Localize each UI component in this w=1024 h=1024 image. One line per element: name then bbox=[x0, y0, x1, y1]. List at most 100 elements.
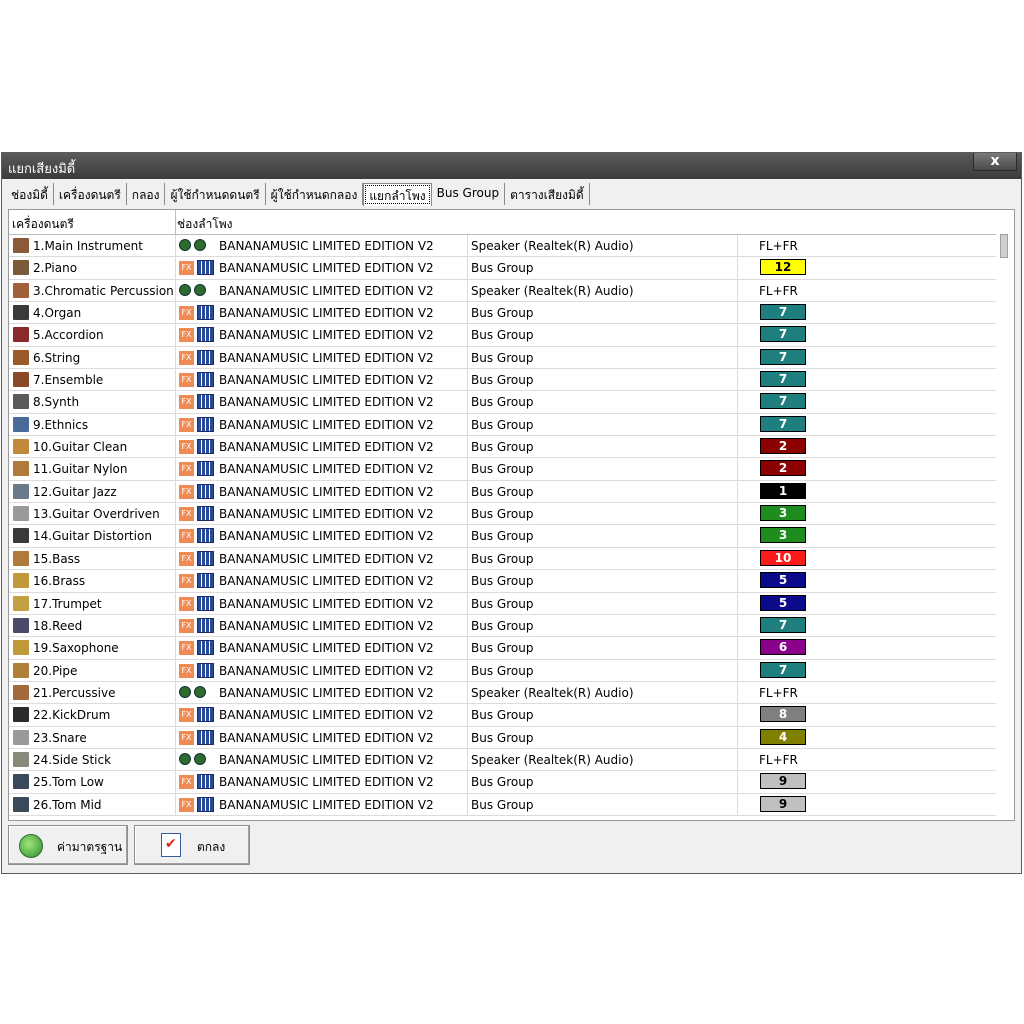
device-name[interactable]: BANANAMUSIC LIMITED EDITION V2 bbox=[219, 619, 434, 633]
output-target[interactable]: Bus Group bbox=[471, 597, 533, 611]
speaker-channel[interactable]: FL+FR bbox=[759, 284, 798, 298]
device-name[interactable]: BANANAMUSIC LIMITED EDITION V2 bbox=[219, 239, 434, 253]
table-row[interactable]: 10.Guitar Clean FX BANANAMUSIC LIMITED EDI… bbox=[9, 436, 996, 459]
close-button[interactable]: x bbox=[973, 153, 1017, 171]
fx-icon[interactable]: FX bbox=[179, 261, 194, 276]
table-row[interactable]: 6.String FX BANANAMUSIC LIMITED EDITION V2… bbox=[9, 346, 996, 370]
mixer-icon[interactable] bbox=[197, 662, 214, 678]
mixer-icon[interactable] bbox=[197, 774, 214, 790]
scrollbar-thumb[interactable] bbox=[1000, 234, 1008, 258]
fx-icon[interactable]: FX bbox=[179, 484, 194, 499]
table-row[interactable]: 4.Organ FX BANANAMUSIC LIMITED EDITION V2 B… bbox=[9, 302, 996, 325]
tab-2[interactable]: กลอง bbox=[127, 183, 166, 205]
device-name[interactable]: BANANAMUSIC LIMITED EDITION V2 bbox=[219, 708, 434, 722]
bus-group-badge[interactable]: 7 bbox=[760, 661, 806, 678]
device-name[interactable]: BANANAMUSIC LIMITED EDITION V2 bbox=[219, 686, 434, 700]
output-target[interactable]: Bus Group bbox=[471, 395, 533, 409]
tab-6[interactable]: Bus Group bbox=[432, 183, 506, 205]
bus-group-badge[interactable]: 7 bbox=[760, 616, 806, 633]
bus-group-badge[interactable]: 3 bbox=[760, 505, 806, 522]
fx-icon[interactable]: FX bbox=[179, 618, 194, 633]
bus-group-badge[interactable]: 5 bbox=[760, 594, 806, 611]
fx-icon[interactable]: FX bbox=[179, 507, 194, 522]
mixer-icon[interactable] bbox=[197, 707, 214, 723]
bus-group-badge[interactable]: 9 bbox=[760, 795, 806, 812]
bus-group-badge[interactable]: 5 bbox=[760, 572, 806, 589]
table-row[interactable]: 25.Tom Low FX BANANAMUSIC LIMITED EDITION … bbox=[9, 771, 996, 794]
table-row[interactable]: 21.Percussive BANANAMUSIC LIMITED EDITION… bbox=[9, 681, 996, 705]
fx-icon[interactable]: FX bbox=[179, 306, 194, 321]
mixer-icon[interactable] bbox=[197, 550, 214, 566]
bus-group-badge[interactable]: 4 bbox=[760, 728, 806, 745]
speaker-channel[interactable]: FL+FR bbox=[759, 239, 798, 253]
green-dots-icon[interactable] bbox=[179, 685, 209, 701]
mixer-icon[interactable] bbox=[197, 372, 214, 388]
tab-0[interactable]: ช่องมิดี้ bbox=[6, 183, 54, 205]
output-target[interactable]: Speaker (Realtek(R) Audio) bbox=[471, 686, 634, 700]
fx-icon[interactable]: FX bbox=[179, 529, 194, 544]
fx-icon[interactable]: FX bbox=[179, 775, 194, 790]
output-target[interactable]: Speaker (Realtek(R) Audio) bbox=[471, 284, 634, 298]
table-row[interactable]: 8.Synth FX BANANAMUSIC LIMITED EDITION V2 B… bbox=[9, 391, 996, 414]
speaker-channel[interactable]: FL+FR bbox=[759, 686, 798, 700]
table-row[interactable]: 7.Ensemble FX BANANAMUSIC LIMITED EDITION … bbox=[9, 369, 996, 392]
mixer-icon[interactable] bbox=[197, 640, 214, 656]
fx-icon[interactable]: FX bbox=[179, 708, 194, 723]
device-name[interactable]: BANANAMUSIC LIMITED EDITION V2 bbox=[219, 775, 434, 789]
device-name[interactable]: BANANAMUSIC LIMITED EDITION V2 bbox=[219, 552, 434, 566]
output-target[interactable]: Bus Group bbox=[471, 574, 533, 588]
output-target[interactable]: Bus Group bbox=[471, 664, 533, 678]
table-row[interactable]: 19.Saxophone FX BANANAMUSIC LIMITED EDITIO… bbox=[9, 637, 996, 660]
bus-group-badge[interactable]: 7 bbox=[760, 415, 806, 432]
table-row[interactable]: 15.Bass FX BANANAMUSIC LIMITED EDITION V2 B… bbox=[9, 547, 996, 571]
mixer-icon[interactable] bbox=[197, 327, 214, 343]
device-name[interactable]: BANANAMUSIC LIMITED EDITION V2 bbox=[219, 462, 434, 476]
tab-7[interactable]: ตารางเสียงมิดี้ bbox=[505, 183, 590, 205]
mixer-icon[interactable] bbox=[197, 729, 214, 745]
output-target[interactable]: Bus Group bbox=[471, 306, 533, 320]
ok-button[interactable]: ตกลง bbox=[134, 825, 250, 865]
fx-icon[interactable]: FX bbox=[179, 551, 194, 566]
output-target[interactable]: Bus Group bbox=[471, 529, 533, 543]
mixer-icon[interactable] bbox=[197, 305, 214, 321]
tab-1[interactable]: เครื่องดนตรี bbox=[54, 183, 127, 205]
device-name[interactable]: BANANAMUSIC LIMITED EDITION V2 bbox=[219, 753, 434, 767]
mixer-icon[interactable] bbox=[197, 394, 214, 410]
fx-icon[interactable]: FX bbox=[179, 574, 194, 589]
tab-4[interactable]: ผู้ใช้กำหนดกลอง bbox=[266, 183, 364, 205]
device-name[interactable]: BANANAMUSIC LIMITED EDITION V2 bbox=[219, 440, 434, 454]
fx-icon[interactable]: FX bbox=[179, 328, 194, 343]
mixer-icon[interactable] bbox=[197, 439, 214, 455]
device-name[interactable]: BANANAMUSIC LIMITED EDITION V2 bbox=[219, 328, 434, 342]
table-row[interactable]: 12.Guitar Jazz FX BANANAMUSIC LIMITED EDIT… bbox=[9, 480, 996, 504]
device-name[interactable]: BANANAMUSIC LIMITED EDITION V2 bbox=[219, 574, 434, 588]
fx-icon[interactable]: FX bbox=[179, 417, 194, 432]
device-name[interactable]: BANANAMUSIC LIMITED EDITION V2 bbox=[219, 641, 434, 655]
fx-icon[interactable]: FX bbox=[179, 440, 194, 455]
fx-icon[interactable]: FX bbox=[179, 730, 194, 745]
output-target[interactable]: Speaker (Realtek(R) Audio) bbox=[471, 239, 634, 253]
output-target[interactable]: Bus Group bbox=[471, 351, 533, 365]
fx-icon[interactable]: FX bbox=[179, 395, 194, 410]
bus-group-badge[interactable]: 2 bbox=[760, 438, 806, 455]
mixer-icon[interactable] bbox=[197, 260, 214, 276]
device-name[interactable]: BANANAMUSIC LIMITED EDITION V2 bbox=[219, 597, 434, 611]
table-row[interactable]: 3.Chromatic Percussion BANANAMUSIC LIMITE… bbox=[9, 279, 996, 303]
device-name[interactable]: BANANAMUSIC LIMITED EDITION V2 bbox=[219, 529, 434, 543]
output-target[interactable]: Bus Group bbox=[471, 619, 533, 633]
device-name[interactable]: BANANAMUSIC LIMITED EDITION V2 bbox=[219, 284, 434, 298]
device-name[interactable]: BANANAMUSIC LIMITED EDITION V2 bbox=[219, 507, 434, 521]
table-row[interactable]: 16.Brass FX BANANAMUSIC LIMITED EDITION V2… bbox=[9, 570, 996, 593]
mixer-icon[interactable] bbox=[197, 528, 214, 544]
output-target[interactable]: Bus Group bbox=[471, 775, 533, 789]
tab-3[interactable]: ผู้ใช้กำหนดดนตรี bbox=[165, 183, 266, 205]
green-dots-icon[interactable] bbox=[179, 752, 209, 768]
bus-group-badge[interactable]: 7 bbox=[760, 304, 806, 321]
bus-group-badge[interactable]: 10 bbox=[760, 549, 806, 566]
fx-icon[interactable]: FX bbox=[179, 596, 194, 611]
device-name[interactable]: BANANAMUSIC LIMITED EDITION V2 bbox=[219, 261, 434, 275]
output-target[interactable]: Speaker (Realtek(R) Audio) bbox=[471, 753, 634, 767]
title-bar[interactable]: แยกเสียงมิดี้ x bbox=[2, 153, 1021, 179]
device-name[interactable]: BANANAMUSIC LIMITED EDITION V2 bbox=[219, 664, 434, 678]
bus-group-badge[interactable]: 8 bbox=[760, 706, 806, 723]
